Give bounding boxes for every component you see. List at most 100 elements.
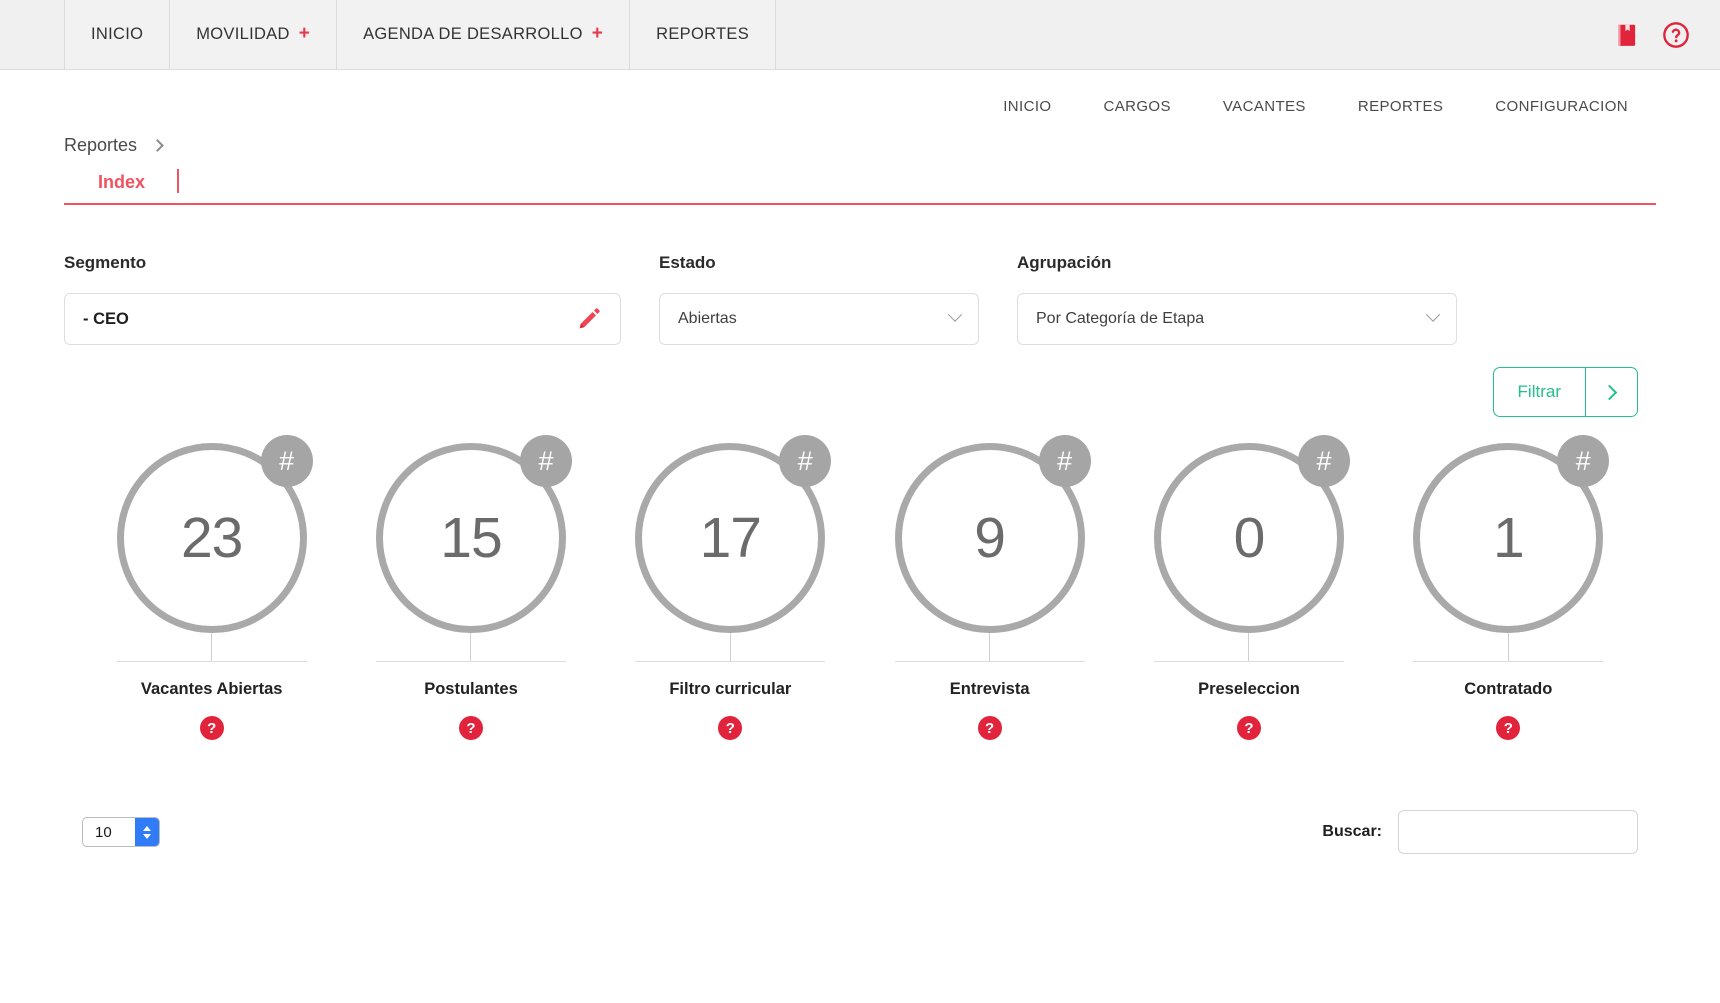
help-icon[interactable]: ? [1496, 716, 1521, 740]
help-icon[interactable]: ? [1236, 716, 1261, 740]
hash-badge-icon[interactable]: # [1557, 435, 1610, 487]
segmento-value: - CEO [83, 309, 129, 328]
caret-up-icon [143, 825, 151, 831]
metric-rule [894, 661, 1085, 662]
metrics-row: 23 # Vacantes Abiertas ? 15 # Postulante… [64, 435, 1656, 740]
nav-item-reportes[interactable]: REPORTES [630, 0, 777, 69]
caret-down-icon [143, 833, 151, 839]
metric-rule [1153, 661, 1344, 662]
donut-wrap: 1 # [1413, 435, 1610, 633]
agrupacion-label: Agrupación [1017, 253, 1112, 272]
metric-label: Preseleccion [1198, 680, 1300, 698]
metric-value: 9 [974, 506, 1006, 570]
tab-bar: Index [64, 163, 1656, 205]
filtrar-button-label: Filtrar [1517, 382, 1561, 401]
secondary-nav: INICIO CARGOS VACANTES REPORTES CONFIGUR… [0, 70, 1720, 115]
metric-label: Postulantes [424, 680, 518, 698]
help-icon[interactable]: ? [458, 716, 483, 740]
nav-item-label: REPORTES [656, 25, 750, 43]
agrupacion-value: Por Categoría de Etapa [1036, 310, 1205, 327]
metric-value: 15 [440, 506, 502, 570]
search-input[interactable] [1398, 810, 1638, 854]
hash-badge-icon[interactable]: # [1038, 435, 1091, 487]
donut-wrap: 23 # [116, 435, 313, 633]
help-circle-icon[interactable] [1662, 21, 1690, 49]
subnav-item-vacantes[interactable]: VACANTES [1197, 98, 1332, 115]
metric-label: Entrevista [949, 680, 1030, 698]
donut-wrap: 0 # [1153, 435, 1350, 633]
agrupacion-select[interactable]: Por Categoría de Etapa [1017, 293, 1457, 345]
metric-card-preseleccion: 0 # Preseleccion ? [1119, 435, 1378, 740]
connector-line [1507, 633, 1509, 661]
primary-nav: INICIO MOVILIDAD + AGENDA DE DESARROLLO … [65, 0, 777, 69]
hash-badge-icon[interactable]: # [779, 435, 832, 487]
stepper-icon[interactable] [135, 818, 159, 846]
connector-line [211, 633, 213, 661]
help-icon[interactable]: ? [977, 716, 1002, 740]
search-label: Buscar: [1322, 823, 1382, 840]
top-navigation-bar: INICIO MOVILIDAD + AGENDA DE DESARROLLO … [0, 0, 1720, 70]
plus-icon: + [591, 23, 604, 44]
metric-value: 0 [1233, 506, 1266, 570]
nav-item-movilidad[interactable]: MOVILIDAD + [170, 0, 338, 69]
metric-value: 17 [699, 506, 762, 570]
metric-rule [635, 661, 826, 662]
estado-select[interactable]: Abiertas [659, 293, 979, 345]
nav-item-label: INICIO [91, 25, 144, 43]
help-icon[interactable]: ? [199, 716, 224, 740]
help-icon[interactable]: ? [718, 716, 743, 740]
field-group-agrupacion: Agrupación Por Categoría de Etapa [1017, 253, 1457, 345]
metric-card-contratado: 1 # Contratado ? [1379, 435, 1638, 740]
field-group-estado: Estado Abiertas [659, 253, 979, 345]
nav-item-label: AGENDA DE DESARROLLO [363, 25, 583, 43]
nav-item-label: MOVILIDAD [196, 25, 290, 43]
nav-item-agenda-de-desarrollo[interactable]: AGENDA DE DESARROLLO + [337, 0, 631, 69]
metric-card-entrevista: 9 # Entrevista ? [860, 435, 1119, 740]
hash-badge-icon[interactable]: # [1297, 435, 1350, 487]
page-content: Reportes Index Segmento - CEO Estado Abi… [0, 135, 1720, 854]
filtrar-button-arrow[interactable] [1585, 368, 1637, 416]
hash-badge-icon[interactable]: # [519, 435, 572, 487]
subnav-item-inicio[interactable]: INICIO [977, 98, 1077, 115]
metric-label: Vacantes Abiertas [140, 680, 283, 698]
nav-item-inicio[interactable]: INICIO [65, 0, 171, 69]
chevron-right-icon [1601, 384, 1618, 400]
subnav-item-reportes[interactable]: REPORTES [1332, 98, 1469, 115]
plus-icon: + [298, 23, 311, 44]
connector-line [470, 633, 472, 661]
subnav-item-configuracion[interactable]: CONFIGURACION [1469, 98, 1654, 115]
page-size-select[interactable]: 10 [82, 817, 160, 847]
tab-index[interactable]: Index [84, 172, 159, 203]
connector-line [1248, 633, 1250, 661]
filter-form: Segmento - CEO Estado Abiertas Agrupació… [64, 253, 1656, 345]
manual-book-icon[interactable] [1614, 22, 1640, 48]
donut-wrap: 15 # [375, 435, 572, 633]
metric-card-postulantes: 15 # Postulantes ? [341, 435, 600, 740]
metric-rule [1413, 661, 1604, 662]
breadcrumb-item-reportes[interactable]: Reportes [64, 135, 137, 156]
estado-value: Abiertas [678, 310, 737, 327]
field-group-segmento: Segmento - CEO [64, 253, 621, 345]
topbar-left-spacer [0, 0, 65, 69]
chevron-right-icon [151, 139, 164, 152]
segmento-field[interactable]: - CEO [64, 293, 621, 345]
metric-card-filtro-curricular: 17 # Filtro curricular ? [601, 435, 860, 740]
metric-rule [375, 661, 566, 662]
filter-button-row: Filtrar [64, 367, 1656, 417]
hash-badge-icon[interactable]: # [260, 435, 313, 487]
metric-card-vacantes-abiertas: 23 # Vacantes Abiertas ? [82, 435, 341, 740]
metric-label: Contratado [1464, 680, 1553, 698]
estado-label: Estado [659, 253, 716, 272]
filtrar-button[interactable]: Filtrar [1492, 367, 1638, 417]
metric-value: 23 [180, 506, 243, 570]
chevron-down-icon [947, 307, 963, 322]
tab-cursor-indicator [177, 169, 180, 193]
metric-label: Filtro curricular [669, 680, 792, 698]
donut-wrap: 9 # [894, 435, 1091, 633]
metric-value: 1 [1492, 506, 1525, 570]
subnav-item-cargos[interactable]: CARGOS [1077, 98, 1196, 115]
page-size-value: 10 [95, 823, 112, 841]
breadcrumb: Reportes [64, 135, 164, 156]
pencil-icon[interactable] [576, 306, 602, 332]
search-group: Buscar: [1322, 810, 1638, 854]
